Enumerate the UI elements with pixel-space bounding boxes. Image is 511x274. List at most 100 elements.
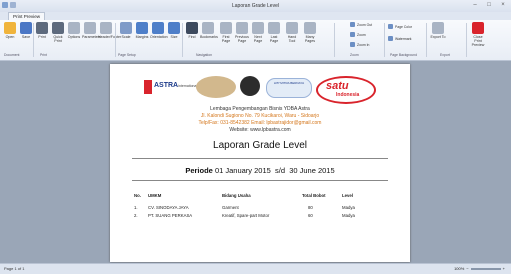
printer-button[interactable]: Print <box>34 22 50 39</box>
title-divider <box>132 158 388 159</box>
zoom-in-button[interactable]: Zoom In <box>350 42 369 47</box>
first-page-icon <box>220 22 232 34</box>
period-from: 01 January 2015 <box>214 166 271 175</box>
zoom-level[interactable]: 100% <box>454 266 464 271</box>
group-label: Navigation <box>196 53 213 57</box>
parameters-icon <box>84 22 96 34</box>
col-level: Level <box>342 193 353 198</box>
button-label: Next Page <box>253 35 263 43</box>
margins-button[interactable]: Margins <box>134 22 150 39</box>
astra-logo-suffix: international <box>178 84 198 88</box>
button-label: Page Color <box>395 24 412 29</box>
quick-print-button[interactable]: Quick Print <box>50 22 66 43</box>
bookmarks-button[interactable]: Bookmarks <box>200 22 218 39</box>
find-binoculars-button[interactable]: Find <box>184 22 200 39</box>
button-label: Quick Print <box>53 35 63 43</box>
first-page-button[interactable]: First Page <box>218 22 234 43</box>
table-row: 2. PT. SUANG PERKASA Kreatif, Spare-part… <box>134 213 384 220</box>
window-controls: – □ × <box>469 1 509 10</box>
window-title: Laporan Grade Level <box>232 3 279 9</box>
astra-logo-text: ASTRA <box>154 82 179 89</box>
zoom-button[interactable]: Zoom <box>350 32 366 37</box>
button-label: Find <box>188 35 196 39</box>
report-period: Periode 01 January 2015 s/d 30 June 2015 <box>110 166 410 175</box>
scale-icon <box>120 22 132 34</box>
button-label: Watermark <box>395 36 412 41</box>
button-label: Zoom Out <box>357 22 373 27</box>
button-label: Parameters <box>82 35 101 39</box>
satu-indonesia-logo: satu Indonesia <box>316 76 376 104</box>
zoom-control: 100% − + <box>454 266 505 271</box>
button-label: Export To <box>430 35 446 39</box>
emblem-logo <box>196 76 236 98</box>
open-folder-icon <box>4 22 16 34</box>
button-label: First Page <box>221 35 231 43</box>
status-bar: Page 1 of 1 100% − + <box>0 263 511 274</box>
quick-print-icon <box>52 22 64 34</box>
header-footer-button[interactable]: Header/Footer <box>98 22 122 39</box>
logo-strip: ASTRAinternational LPP MITRA BERDAYA sat… <box>144 76 376 104</box>
scale-button[interactable]: Scale <box>118 22 134 39</box>
many-pages-button[interactable]: Many Pages <box>302 22 318 43</box>
maximize-icon[interactable]: □ <box>483 1 495 10</box>
open-folder-button[interactable]: Open <box>2 22 18 39</box>
close-preview-button[interactable]: Close Print Preview <box>470 22 486 47</box>
cell-total: 80 <box>308 205 313 210</box>
button-label: Size <box>170 35 178 39</box>
preview-area: ASTRAinternational LPP MITRA BERDAYA sat… <box>0 61 511 263</box>
period-to: 30 June 2015 <box>289 166 335 175</box>
minimize-icon[interactable]: – <box>469 1 481 10</box>
close-icon[interactable]: × <box>497 1 509 10</box>
group-separator <box>182 23 183 57</box>
magnifier-icon <box>350 42 355 47</box>
save-disk-icon <box>20 22 32 34</box>
previous-page-button[interactable]: Previous Page <box>234 22 250 43</box>
orientation-button[interactable]: Orientation <box>150 22 168 39</box>
table-row: 1. CV. SINODAYA JAYA Garment 80 Madya <box>134 205 384 212</box>
hand-tool-icon <box>286 22 298 34</box>
org-website: Website: www.lpbastra.com <box>229 127 291 133</box>
report-page: ASTRAinternational LPP MITRA BERDAYA sat… <box>110 64 410 262</box>
col-umkm: UMKM <box>148 193 162 198</box>
page-indicator: Page 1 of 1 <box>4 266 25 271</box>
group-label: Print <box>40 53 47 57</box>
magnifier-icon <box>350 32 355 37</box>
zoom-slider[interactable] <box>470 267 501 270</box>
header-footer-icon <box>100 22 112 34</box>
button-label: Save <box>21 35 31 39</box>
hand-tool-button[interactable]: Hand Tool <box>284 22 300 43</box>
group-separator <box>466 23 467 57</box>
group-separator <box>426 23 427 57</box>
page-size-button[interactable]: Size <box>166 22 182 39</box>
button-label: Zoom In <box>357 42 370 47</box>
printer-icon <box>36 22 48 34</box>
export-button[interactable]: Export To <box>430 22 446 39</box>
astra-logo: ASTRAinternational <box>144 80 198 94</box>
next-page-button[interactable]: Next Page <box>250 22 266 43</box>
org-address: Jl. Kalondi Sugiono No. 79 Kucikaroi, Wa… <box>200 113 320 119</box>
zoom-in-icon[interactable]: + <box>503 266 505 271</box>
find-binoculars-icon <box>186 22 198 34</box>
button-label: Options <box>67 35 81 39</box>
satu-logo-text: satu <box>326 80 349 92</box>
page-color-button[interactable]: Page Color <box>388 24 412 29</box>
period-label: Periode <box>185 166 213 175</box>
parameters-button[interactable]: Parameters <box>82 22 101 39</box>
cell-bidang: Garment <box>222 205 239 210</box>
button-label: Bookmarks <box>200 35 218 39</box>
watermark-button[interactable]: Watermark <box>388 36 411 41</box>
margins-icon <box>136 22 148 34</box>
options-button[interactable]: Options <box>66 22 82 39</box>
group-label: Document <box>4 53 20 57</box>
group-label: Page Background <box>390 53 417 57</box>
group-separator <box>33 23 34 57</box>
group-label: Page Setup <box>118 53 136 57</box>
group-label: Zoom <box>350 53 359 57</box>
zoom-out-button[interactable]: Zoom Out <box>350 22 372 27</box>
last-page-icon <box>268 22 280 34</box>
last-page-button[interactable]: Last Page <box>266 22 282 43</box>
button-label: Scale <box>121 35 131 39</box>
zoom-out-icon[interactable]: − <box>466 266 468 271</box>
button-label: Header/Footer <box>98 35 122 39</box>
save-disk-button[interactable]: Save <box>18 22 34 39</box>
